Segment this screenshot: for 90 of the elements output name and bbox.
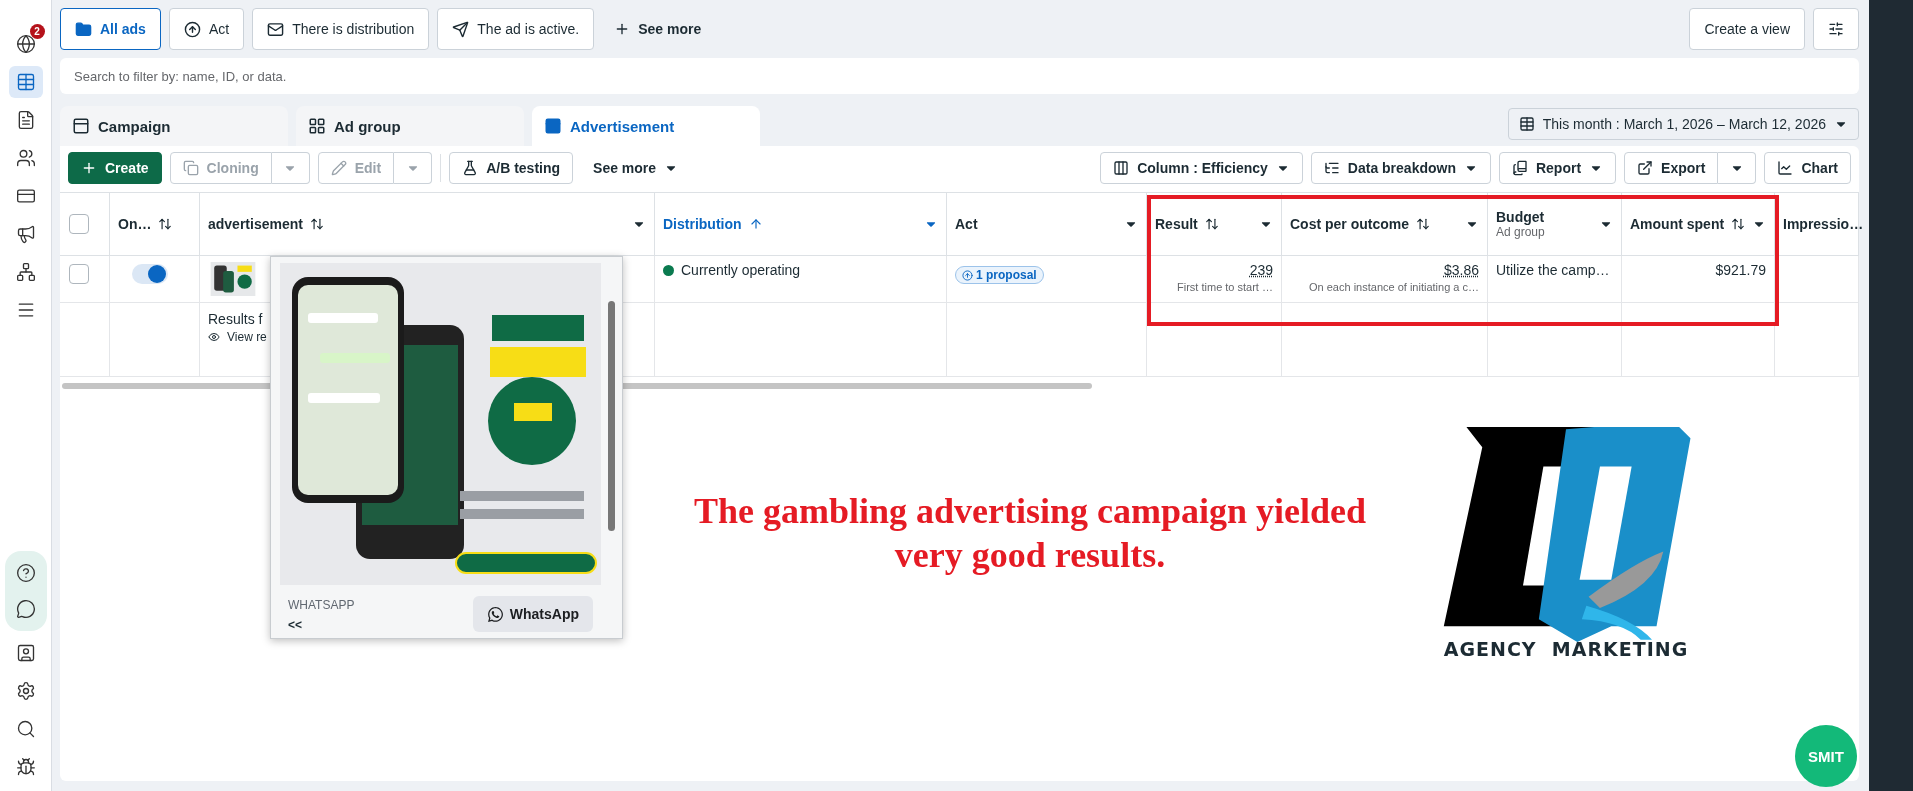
row-checkbox[interactable] bbox=[69, 264, 89, 284]
create-view-button[interactable]: Create a view bbox=[1689, 8, 1805, 50]
sidebar-icon bbox=[15, 224, 36, 244]
sort-icon[interactable] bbox=[158, 217, 173, 231]
sidebar-icon bbox=[15, 34, 36, 54]
toolbar-icon bbox=[330, 160, 347, 176]
sidebar-icon bbox=[15, 643, 36, 663]
column-header[interactable]: Result bbox=[1155, 216, 1198, 232]
toolbar-button[interactable]: Data breakdown bbox=[1310, 152, 1491, 184]
toolbar-icon bbox=[1511, 160, 1528, 176]
arrow-up-icon bbox=[962, 269, 973, 281]
toolbar-button[interactable]: Report bbox=[1498, 152, 1617, 184]
sliders-icon bbox=[1828, 21, 1844, 37]
toolbar-button[interactable]: Chart bbox=[1764, 152, 1851, 184]
caption-text: The gambling advertising campaign yielded very good results. bbox=[692, 490, 1368, 577]
toolbar-icon bbox=[1777, 160, 1794, 176]
results-summary: Results f bbox=[208, 311, 263, 327]
sidebar-icon bbox=[15, 757, 36, 777]
notification-badge: 2 bbox=[29, 24, 45, 39]
column-header[interactable]: Distribution bbox=[663, 216, 742, 232]
toolbar-button[interactable]: Create bbox=[68, 152, 162, 184]
toolbar-button[interactable]: A/B testing bbox=[449, 152, 574, 184]
date-range-button[interactable]: This month : March 1, 2026 – March 12, 2026 bbox=[1507, 108, 1859, 140]
column-sublabel: Ad group bbox=[1496, 225, 1546, 239]
toggle-switch[interactable] bbox=[132, 264, 168, 284]
cost-value[interactable]: $3.86 bbox=[1443, 262, 1479, 278]
filter-icon bbox=[183, 20, 201, 38]
filter-chip[interactable]: There is distribution bbox=[252, 8, 430, 50]
toolbar-button[interactable]: Export bbox=[1624, 152, 1719, 184]
sidebar-button[interactable] bbox=[8, 66, 43, 98]
sidebar-icon bbox=[15, 719, 36, 739]
toolbar-button[interactable]: Column : Efficiency bbox=[1100, 152, 1303, 184]
sort-icon[interactable] bbox=[1204, 217, 1219, 231]
level-tab[interactable]: Advertisement bbox=[532, 106, 760, 146]
view-link[interactable]: View re bbox=[227, 330, 267, 344]
whatsapp-icon bbox=[486, 605, 504, 623]
column-header[interactable]: Budget bbox=[1496, 209, 1545, 225]
sort-icon[interactable] bbox=[309, 217, 324, 231]
column-header[interactable]: Amount spent bbox=[1630, 216, 1725, 232]
column-header[interactable]: On… bbox=[118, 216, 152, 232]
filter-icon bbox=[75, 20, 92, 38]
tab-icon bbox=[308, 117, 326, 135]
tab-icon bbox=[72, 117, 90, 135]
sidebar-icon bbox=[15, 563, 36, 583]
filter-chip[interactable]: The ad is active. bbox=[437, 8, 595, 50]
cost-note: On each instance of initiating a c… bbox=[1309, 281, 1479, 293]
toolbar-button[interactable]: See more bbox=[581, 152, 691, 184]
amount-spent-value: $921.79 bbox=[1715, 262, 1766, 278]
ad-source: WHATSAPP bbox=[288, 598, 355, 612]
budget-value: Utilize the camp… bbox=[1496, 262, 1610, 278]
sort-icon[interactable] bbox=[1416, 217, 1430, 231]
filter-icon bbox=[267, 20, 285, 38]
filter-chip[interactable]: Act bbox=[168, 8, 245, 50]
toolbar-icon bbox=[81, 160, 97, 176]
tab-icon bbox=[544, 117, 562, 135]
sidebar-icon bbox=[15, 262, 36, 282]
sidebar-icon bbox=[15, 148, 36, 168]
column-header[interactable]: Cost per outcome bbox=[1290, 216, 1409, 232]
column-header[interactable]: Act bbox=[955, 216, 978, 232]
back-link[interactable]: << bbox=[288, 618, 355, 632]
select-all-checkbox[interactable] bbox=[69, 214, 89, 234]
see-more-button[interactable]: See more bbox=[602, 8, 714, 50]
sidebar-icon bbox=[15, 72, 36, 92]
sidebar-icon bbox=[15, 599, 36, 619]
eye-icon bbox=[208, 331, 220, 343]
scrollbar-thumb[interactable] bbox=[608, 301, 615, 531]
result-note: First time to start … bbox=[1177, 281, 1273, 293]
level-tab[interactable]: Campaign bbox=[60, 106, 288, 146]
sort-ascending-icon[interactable] bbox=[748, 217, 763, 231]
toolbar-icon bbox=[1323, 160, 1340, 176]
result-value[interactable]: 239 bbox=[1249, 262, 1273, 278]
dropdown-button[interactable] bbox=[1718, 152, 1757, 184]
settings-button[interactable] bbox=[1813, 8, 1859, 50]
column-header[interactable]: Impressio… bbox=[1783, 216, 1864, 232]
filter-icon bbox=[452, 20, 470, 38]
toolbar-icon bbox=[182, 160, 199, 176]
toolbar-icon bbox=[1113, 160, 1130, 176]
calendar-icon bbox=[1518, 116, 1535, 132]
toolbar-icon bbox=[1637, 160, 1654, 176]
sort-icon[interactable] bbox=[1731, 217, 1746, 231]
column-header[interactable]: advertisement bbox=[208, 216, 303, 232]
search-field[interactable]: Search to filter by: name, ID, or data. bbox=[60, 58, 1859, 94]
distribution-status: Currently operating bbox=[681, 262, 801, 278]
filter-chip[interactable]: All ads bbox=[60, 8, 161, 50]
level-tab[interactable]: Ad group bbox=[296, 106, 524, 146]
logo-text: AGENCY MARKETING bbox=[1443, 638, 1689, 660]
proposal-badge[interactable]: 1 proposal bbox=[955, 266, 1044, 284]
sidebar-icon bbox=[15, 681, 36, 701]
toolbar-icon bbox=[462, 160, 479, 176]
whatsapp-button[interactable]: WhatsApp bbox=[472, 596, 593, 632]
